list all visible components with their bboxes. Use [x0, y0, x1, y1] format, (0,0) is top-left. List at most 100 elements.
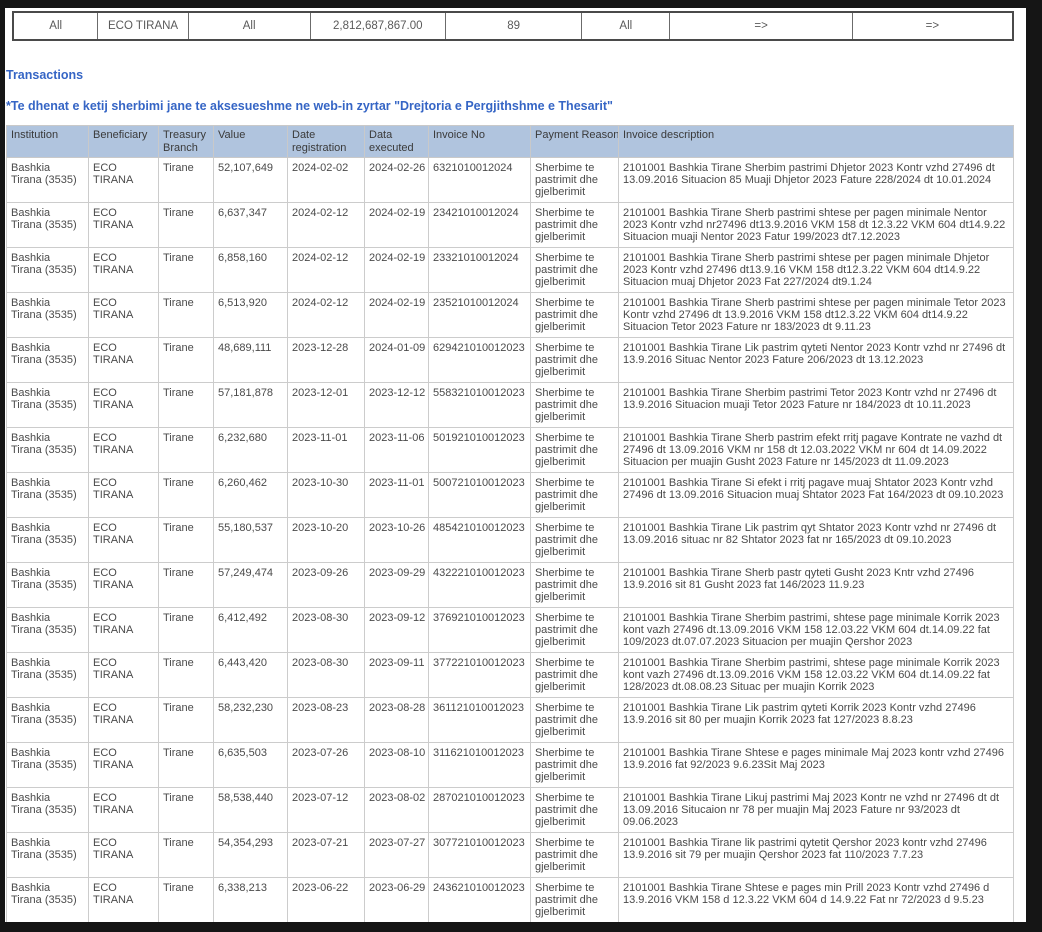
invoice-description-cell: 2101001 Bashkia Tirane Shtese e pages mi… [619, 878, 1014, 923]
institution-cell: Bashkia Tirana (3535) [7, 563, 89, 608]
date-registration-cell: 2023-07-12 [288, 788, 365, 833]
beneficiary-cell: ECO TIRANA [89, 518, 159, 563]
table-row: Bashkia Tirana (3535)ECO TIRANATirane6,4… [7, 653, 1014, 698]
date-registration-cell: 2023-10-20 [288, 518, 365, 563]
institution-filter-cell[interactable]: All [13, 12, 98, 40]
invoice-no-cell: 307721010012023 [429, 833, 531, 878]
table-row: Bashkia Tirana (3535)ECO TIRANATirane54,… [7, 833, 1014, 878]
invoice-description-cell: 2101001 Bashkia Tirane Sherb pastr qytet… [619, 563, 1014, 608]
value-cell: 6,635,503 [214, 743, 288, 788]
total-value-cell: 2,812,687,867.00 [310, 12, 445, 40]
value-cell: 57,181,878 [214, 383, 288, 428]
filter-arrow-button-1[interactable]: => [670, 12, 852, 40]
payment-reason-cell: Sherbime te pastrimit dhe gjelberimit [531, 833, 619, 878]
payment-reason-cell: Sherbime te pastrimit dhe gjelberimit [531, 383, 619, 428]
date-registration-cell: 2023-10-30 [288, 473, 365, 518]
payment-reason-cell: Sherbime te pastrimit dhe gjelberimit [531, 203, 619, 248]
treasury-branch-cell: Tirane [159, 788, 214, 833]
invoice-no-cell: 243621010012023 [429, 878, 531, 923]
table-header-row: Institution Beneficiary Treasury Branch … [7, 126, 1014, 158]
value-cell: 55,180,537 [214, 518, 288, 563]
table-header: Institution Beneficiary Treasury Branch … [7, 126, 1014, 158]
date-registration-cell: 2023-08-30 [288, 653, 365, 698]
payment-reason-cell: Sherbime te pastrimit dhe gjelberimit [531, 338, 619, 383]
institution-cell: Bashkia Tirana (3535) [7, 248, 89, 293]
data-executed-cell: 2023-10-26 [365, 518, 429, 563]
column-header-invoice-no: Invoice No [429, 126, 531, 158]
treasury-branch-cell: Tirane [159, 743, 214, 788]
beneficiary-cell: ECO TIRANA [89, 248, 159, 293]
column-header-payment-reason: Payment Reason [531, 126, 619, 158]
data-source-note: *Te dhenat e ketij sherbimi jane te akse… [6, 99, 1014, 113]
institution-cell: Bashkia Tirana (3535) [7, 878, 89, 923]
invoice-no-cell: 629421010012023 [429, 338, 531, 383]
payment-reason-cell: Sherbime te pastrimit dhe gjelberimit [531, 518, 619, 563]
filter-bar: All ECO TIRANA All 2,812,687,867.00 89 A… [12, 11, 1014, 41]
column-header-treasury-branch: Treasury Branch [159, 126, 214, 158]
payment-reason-cell: Sherbime te pastrimit dhe gjelberimit [531, 653, 619, 698]
date-registration-cell: 2024-02-12 [288, 203, 365, 248]
table-row: Bashkia Tirana (3535)ECO TIRANATirane58,… [7, 788, 1014, 833]
treasury-branch-cell: Tirane [159, 158, 214, 203]
beneficiary-cell: ECO TIRANA [89, 473, 159, 518]
invoice-description-cell: 2101001 Bashkia Tirane Likuj pastrimi Ma… [619, 788, 1014, 833]
table-row: Bashkia Tirana (3535)ECO TIRANATirane57,… [7, 383, 1014, 428]
institution-cell: Bashkia Tirana (3535) [7, 653, 89, 698]
treasury-branch-cell: Tirane [159, 833, 214, 878]
table-row: Bashkia Tirana (3535)ECO TIRANATirane6,4… [7, 608, 1014, 653]
filter-arrow-button-2[interactable]: => [852, 12, 1013, 40]
invoice-description-cell: 2101001 Bashkia Tirane Sherbim pastrimi … [619, 158, 1014, 203]
date-registration-cell: 2023-07-21 [288, 833, 365, 878]
data-executed-cell: 2023-08-10 [365, 743, 429, 788]
treasury-branch-cell: Tirane [159, 428, 214, 473]
invoice-description-cell: 2101001 Bashkia Tirane Sherbim pastrimi … [619, 383, 1014, 428]
institution-cell: Bashkia Tirana (3535) [7, 203, 89, 248]
beneficiary-filter-cell[interactable]: ECO TIRANA [98, 12, 188, 40]
table-row: Bashkia Tirana (3535)ECO TIRANATirane6,2… [7, 428, 1014, 473]
invoice-no-cell: 287021010012023 [429, 788, 531, 833]
treasury-branch-filter-cell[interactable]: All [188, 12, 310, 40]
invoice-no-cell: 23421010012024 [429, 203, 531, 248]
data-executed-cell: 2023-11-06 [365, 428, 429, 473]
invoice-no-cell: 376921010012023 [429, 608, 531, 653]
data-executed-cell: 2023-09-29 [365, 563, 429, 608]
invoice-description-cell: 2101001 Bashkia Tirane Sherb pastrimi sh… [619, 203, 1014, 248]
treasury-branch-cell: Tirane [159, 383, 214, 428]
value-cell: 6,232,680 [214, 428, 288, 473]
value-cell: 58,538,440 [214, 788, 288, 833]
payment-reason-cell: Sherbime te pastrimit dhe gjelberimit [531, 563, 619, 608]
payment-reason-cell: Sherbime te pastrimit dhe gjelberimit [531, 248, 619, 293]
beneficiary-cell: ECO TIRANA [89, 743, 159, 788]
treasury-transactions-page: All ECO TIRANA All 2,812,687,867.00 89 A… [0, 0, 1042, 932]
record-count-cell: 89 [446, 12, 582, 40]
table-row: Bashkia Tirana (3535)ECO TIRANATirane6,6… [7, 743, 1014, 788]
invoice-description-cell: 2101001 Bashkia Tirane Lik pastrim qyt S… [619, 518, 1014, 563]
filter-row: All ECO TIRANA All 2,812,687,867.00 89 A… [13, 12, 1013, 40]
date-registration-cell: 2023-08-30 [288, 608, 365, 653]
invoice-description-cell: 2101001 Bashkia Tirane Si efekt i rritj … [619, 473, 1014, 518]
value-cell: 6,513,920 [214, 293, 288, 338]
table-row: Bashkia Tirana (3535)ECO TIRANATirane55,… [7, 518, 1014, 563]
year-filter-cell[interactable]: All [582, 12, 670, 40]
payment-reason-cell: Sherbime te pastrimit dhe gjelberimit [531, 743, 619, 788]
institution-cell: Bashkia Tirana (3535) [7, 428, 89, 473]
beneficiary-cell: ECO TIRANA [89, 608, 159, 653]
value-cell: 54,354,293 [214, 833, 288, 878]
treasury-branch-cell: Tirane [159, 248, 214, 293]
treasury-branch-cell: Tirane [159, 338, 214, 383]
transactions-table: Institution Beneficiary Treasury Branch … [6, 125, 1014, 932]
screen-edge-bottom [0, 922, 1042, 932]
institution-cell: Bashkia Tirana (3535) [7, 383, 89, 428]
treasury-branch-cell: Tirane [159, 293, 214, 338]
institution-cell: Bashkia Tirana (3535) [7, 698, 89, 743]
column-header-invoice-description: Invoice description [619, 126, 1014, 158]
treasury-branch-cell: Tirane [159, 518, 214, 563]
value-cell: 6,338,213 [214, 878, 288, 923]
invoice-no-cell: 377221010012023 [429, 653, 531, 698]
data-executed-cell: 2023-06-29 [365, 878, 429, 923]
treasury-branch-cell: Tirane [159, 653, 214, 698]
invoice-description-cell: 2101001 Bashkia Tirane Sherb pastrimi sh… [619, 293, 1014, 338]
table-body: Bashkia Tirana (3535)ECO TIRANATirane52,… [7, 158, 1014, 932]
date-registration-cell: 2023-07-26 [288, 743, 365, 788]
value-cell: 52,107,649 [214, 158, 288, 203]
